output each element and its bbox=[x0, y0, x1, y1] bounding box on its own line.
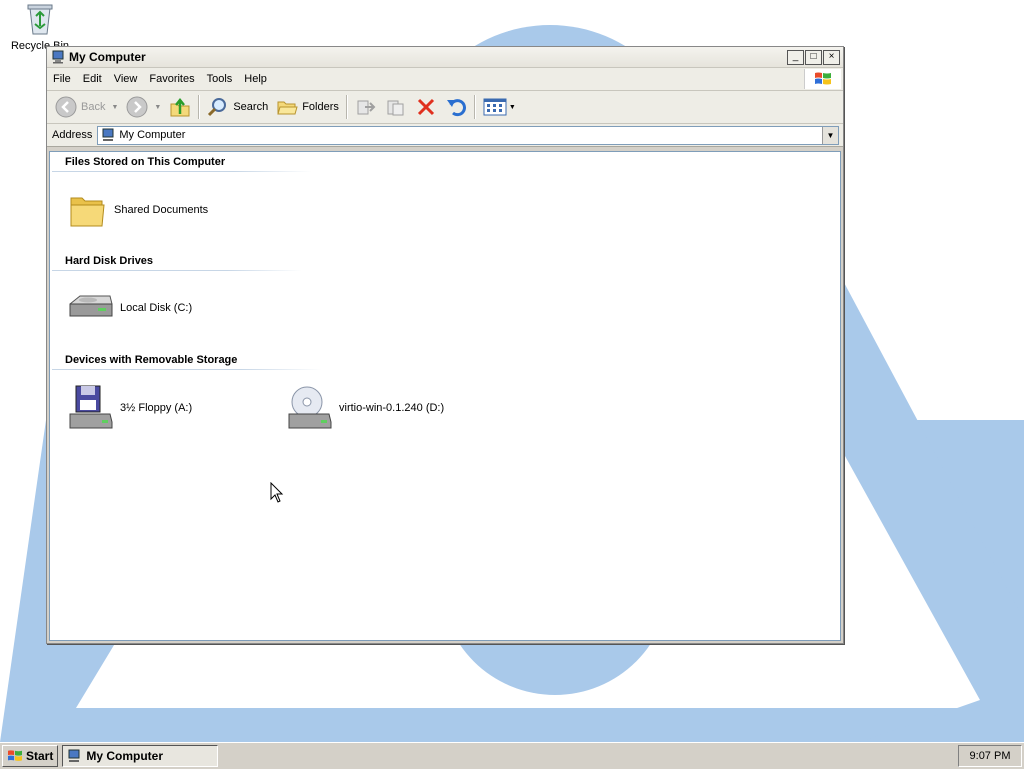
windows-flag-icon bbox=[8, 750, 22, 761]
windows-logo bbox=[804, 69, 841, 89]
system-tray: 9:07 PM bbox=[958, 745, 1022, 767]
address-dropdown-button[interactable]: ▼ bbox=[822, 126, 838, 144]
back-label: Back bbox=[81, 101, 106, 113]
move-to-button[interactable] bbox=[351, 93, 381, 121]
folders-label: Folders bbox=[302, 101, 339, 113]
forward-dropdown-icon[interactable]: ▼ bbox=[154, 104, 161, 111]
floppy-drive-item[interactable]: 3½ Floppy (A:) bbox=[66, 384, 192, 432]
copy-to-button[interactable] bbox=[381, 93, 411, 121]
my-computer-icon bbox=[52, 50, 64, 64]
close-button[interactable]: × bbox=[823, 49, 840, 65]
recycle-bin-icon bbox=[27, 4, 53, 35]
floppy-drive-label: 3½ Floppy (A:) bbox=[120, 402, 193, 414]
folder-icon bbox=[70, 197, 105, 227]
delete-button[interactable] bbox=[411, 93, 441, 121]
folders-icon bbox=[277, 101, 298, 115]
group-divider bbox=[52, 369, 322, 370]
clock[interactable]: 9:07 PM bbox=[970, 750, 1011, 762]
recycle-bin-desktop-icon[interactable]: Recycle Bin bbox=[8, 2, 72, 52]
views-button[interactable]: ▼ bbox=[479, 93, 520, 121]
menu-tools[interactable]: Tools bbox=[201, 73, 239, 85]
cd-drive-item[interactable]: virtio-win-0.1.240 (D:) bbox=[285, 384, 444, 432]
menu-edit[interactable]: Edit bbox=[77, 73, 108, 85]
mouse-cursor-icon bbox=[270, 482, 284, 503]
group-header-hard-disk: Hard Disk Drives bbox=[65, 255, 154, 267]
address-value: My Computer bbox=[119, 129, 186, 141]
cd-drive-label: virtio-win-0.1.240 (D:) bbox=[339, 402, 445, 414]
address-bar: Address My Computer ▼ bbox=[47, 124, 843, 147]
address-input[interactable]: My Computer ▼ bbox=[97, 125, 839, 145]
group-header-removable: Devices with Removable Storage bbox=[65, 354, 238, 366]
shared-documents-item[interactable]: Shared Documents bbox=[68, 190, 208, 230]
taskbar: Start My Computer 9:07 PM bbox=[0, 742, 1024, 769]
my-computer-small-icon bbox=[102, 128, 114, 141]
taskbar-my-computer-button[interactable]: My Computer bbox=[62, 745, 219, 767]
window-title: My Computer bbox=[69, 50, 146, 64]
local-disk-item[interactable]: Local Disk (C:) bbox=[66, 290, 192, 326]
search-icon bbox=[208, 98, 227, 117]
floppy-drive-icon bbox=[69, 385, 113, 429]
address-label: Address bbox=[52, 129, 93, 141]
content-pane[interactable]: Files Stored on This Computer Shared Doc… bbox=[49, 151, 841, 641]
folders-button[interactable]: Folders bbox=[272, 93, 343, 121]
undo-icon bbox=[446, 99, 466, 117]
minimize-button[interactable]: _ bbox=[787, 49, 804, 65]
views-icon bbox=[483, 98, 507, 116]
up-folder-icon bbox=[170, 97, 190, 117]
forward-button[interactable]: ▼ bbox=[122, 93, 165, 121]
group-divider bbox=[52, 171, 312, 172]
my-computer-window[interactable]: My Computer _ □ × File Edit View Favorit… bbox=[46, 46, 844, 644]
menu-favorites[interactable]: Favorites bbox=[143, 73, 200, 85]
menu-help[interactable]: Help bbox=[238, 73, 273, 85]
search-label: Search bbox=[233, 101, 269, 113]
menu-view[interactable]: View bbox=[108, 73, 144, 85]
start-button[interactable]: Start bbox=[2, 745, 59, 767]
toolbar-separator bbox=[473, 95, 476, 119]
back-dropdown-icon[interactable]: ▼ bbox=[111, 104, 118, 111]
group-divider bbox=[52, 270, 302, 271]
cd-drive-icon bbox=[288, 386, 332, 429]
toolbar: Back ▼ ▼ Search Folders ▼ bbox=[47, 91, 843, 124]
maximize-button[interactable]: □ bbox=[805, 49, 822, 65]
local-disk-label: Local Disk (C:) bbox=[120, 302, 193, 314]
copy-to-icon bbox=[387, 100, 404, 116]
undo-button[interactable] bbox=[441, 93, 471, 121]
forward-arrow-icon bbox=[126, 96, 148, 118]
window-titlebar[interactable]: My Computer _ □ × bbox=[47, 47, 843, 68]
search-button[interactable]: Search bbox=[203, 93, 272, 121]
back-button[interactable]: Back ▼ bbox=[51, 93, 122, 121]
toolbar-separator bbox=[345, 95, 348, 119]
views-dropdown-icon[interactable]: ▼ bbox=[509, 104, 516, 111]
move-to-icon bbox=[357, 100, 376, 115]
windows-flag-icon bbox=[815, 72, 831, 85]
taskbar-item-label: My Computer bbox=[86, 749, 164, 763]
up-folder-button[interactable] bbox=[165, 93, 195, 121]
hard-disk-icon bbox=[69, 295, 113, 317]
back-arrow-icon bbox=[55, 96, 77, 118]
my-computer-icon bbox=[68, 749, 80, 762]
menu-file[interactable]: File bbox=[47, 73, 77, 85]
menu-bar: File Edit View Favorites Tools Help bbox=[47, 68, 843, 91]
group-header-files: Files Stored on This Computer bbox=[65, 156, 226, 168]
start-label: Start bbox=[26, 749, 54, 763]
toolbar-separator bbox=[198, 95, 201, 119]
shared-documents-label: Shared Documents bbox=[114, 204, 209, 216]
delete-x-icon bbox=[417, 98, 434, 116]
